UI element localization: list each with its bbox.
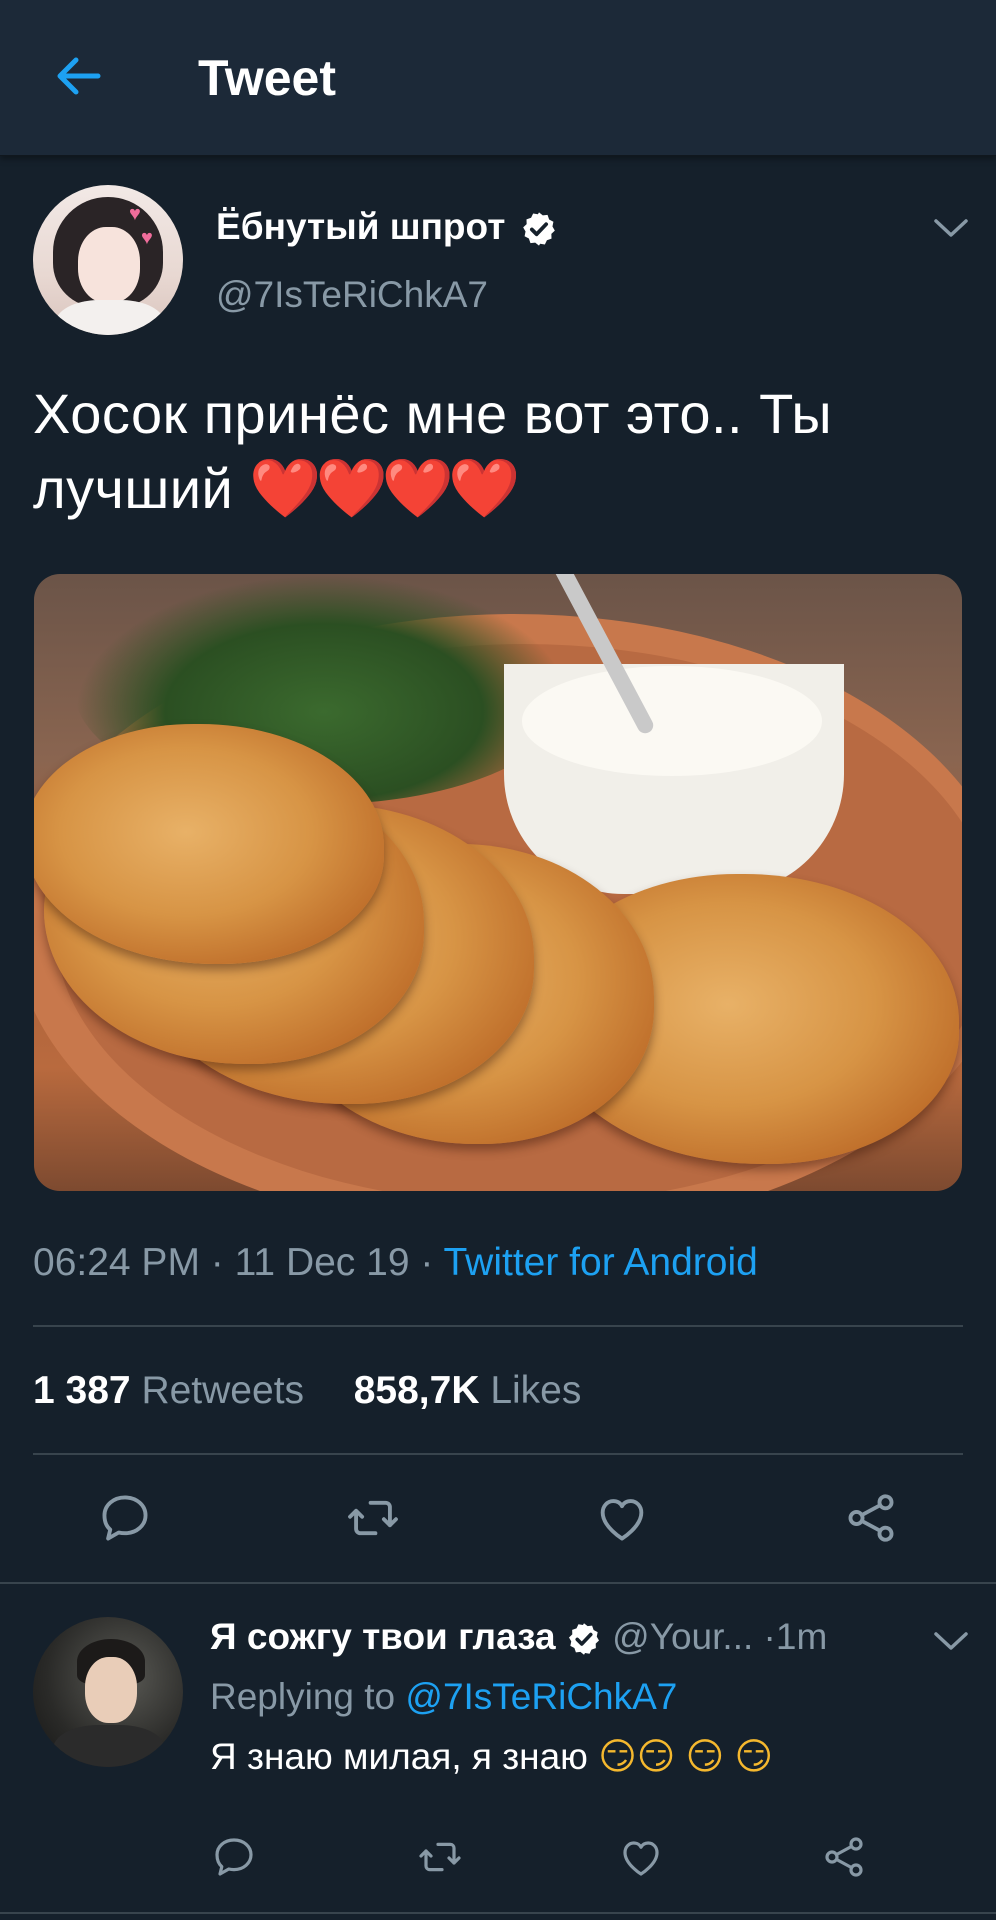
likes-count: 858,7K — [353, 1369, 480, 1412]
heart-sticker-icon: ♥ — [129, 203, 141, 225]
tweet-time: 06:24 PM — [33, 1241, 200, 1284]
reply-author-handle[interactable]: @Your... — [612, 1616, 753, 1657]
top-bar: Tweet — [0, 0, 996, 156]
verified-badge-icon — [522, 212, 555, 246]
divider — [0, 1912, 996, 1914]
chevron-down-icon[interactable] — [930, 212, 972, 244]
reply-icon[interactable] — [96, 1489, 154, 1547]
page-title: Tweet — [198, 50, 336, 106]
like-icon[interactable] — [617, 1833, 665, 1881]
retweets-count: 1 387 — [33, 1369, 131, 1412]
reply-text: Я знаю милая, я знаю 😏😏 😏 😏 — [210, 1732, 773, 1782]
separator: · — [210, 1241, 224, 1284]
replying-to-line: Replying to @7IsTeRiChkA7 — [210, 1672, 677, 1722]
reply-author-name[interactable]: Я сожгу твои глаза — [210, 1616, 556, 1657]
verified-badge-icon — [568, 1623, 599, 1655]
author-handle[interactable]: @7IsTeRiChkA7 — [216, 272, 488, 318]
heart-emoji: ❤️❤️❤️❤️ — [249, 456, 520, 521]
divider — [0, 1582, 996, 1584]
retweet-icon[interactable] — [343, 1489, 403, 1547]
reply-header: Я сожгу твои глаза @Your... ·1m — [210, 1612, 827, 1662]
separator: · — [763, 1616, 776, 1657]
author-name-text: Ёбнутый шпрот — [216, 206, 506, 247]
reply-icon[interactable] — [210, 1833, 258, 1881]
tweet-date: 11 Dec 19 — [234, 1241, 410, 1284]
tweet-meta: 06:24 PM · 11 Dec 19 · Twitter for Andro… — [33, 1236, 758, 1290]
author-name[interactable]: Ёбнутый шпрот — [216, 204, 558, 250]
retweets-stat[interactable]: 1 387 Retweets — [33, 1364, 304, 1418]
tweet-image[interactable] — [34, 574, 962, 1191]
replying-to-mention[interactable]: @7IsTeRiChkA7 — [405, 1676, 677, 1717]
divider — [33, 1325, 963, 1327]
like-icon[interactable] — [593, 1489, 651, 1547]
retweet-icon[interactable] — [415, 1833, 465, 1881]
share-icon[interactable] — [842, 1489, 900, 1547]
replying-to-label: Replying to — [210, 1676, 396, 1717]
smirk-emoji: 😏😏 😏 😏 — [598, 1736, 774, 1777]
divider — [33, 1453, 963, 1455]
reply-text-body: Я знаю милая, я знаю — [210, 1736, 588, 1777]
heart-sticker-icon: ♥ — [141, 227, 153, 249]
likes-stat[interactable]: 858,7K Likes — [354, 1364, 582, 1418]
back-arrow-icon[interactable] — [50, 48, 106, 104]
reply-time: 1m — [775, 1616, 828, 1657]
tweet-stats: 1 387 Retweets 858,7K Likes — [33, 1364, 581, 1418]
likes-label: Likes — [490, 1369, 582, 1412]
retweets-label: Retweets — [141, 1369, 305, 1412]
share-icon[interactable] — [820, 1833, 868, 1881]
separator: · — [420, 1241, 434, 1284]
tweet-source-link[interactable]: Twitter for Android — [444, 1241, 758, 1284]
author-avatar[interactable]: ♥ ♥ — [33, 185, 183, 335]
tweet-text: Хосок принёс мне вот это.. Ты лучший ❤️❤… — [33, 376, 963, 526]
reply-author-avatar[interactable] — [33, 1617, 183, 1767]
chevron-down-icon[interactable] — [930, 1625, 972, 1657]
